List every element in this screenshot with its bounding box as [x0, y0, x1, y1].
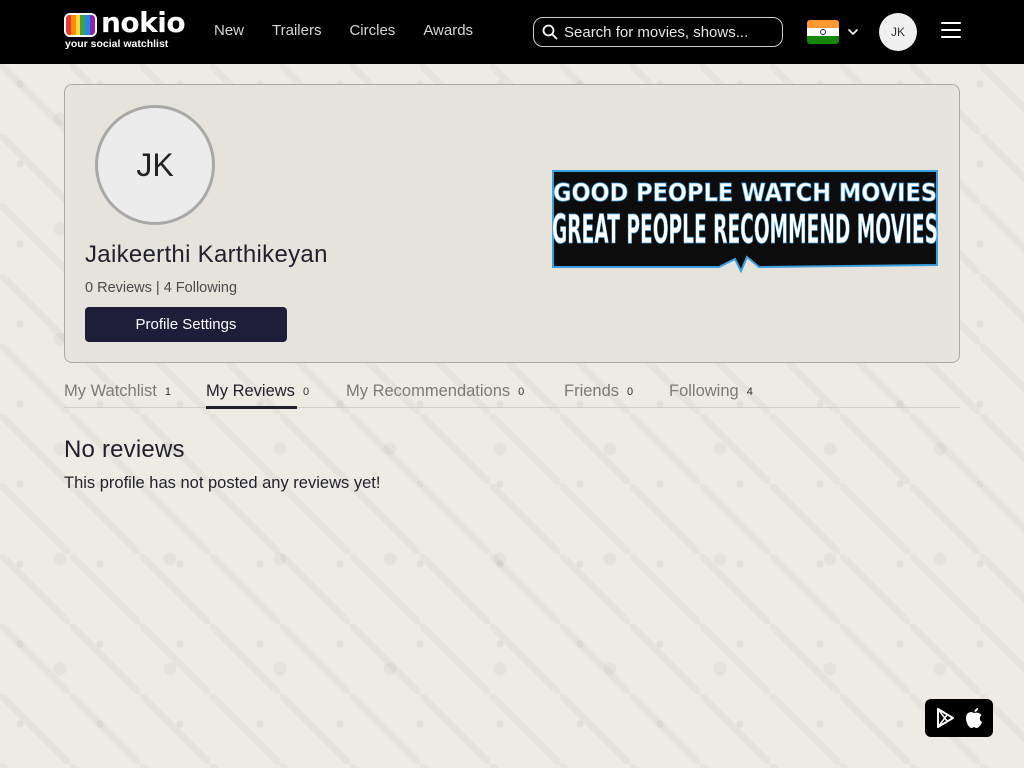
nav-link-circles[interactable]: Circles [349, 22, 395, 39]
profile-settings-button[interactable]: Profile Settings [85, 307, 287, 342]
tab-count: 4 [746, 386, 753, 398]
india-flag-icon[interactable] [807, 20, 839, 44]
search-icon [542, 24, 558, 40]
empty-state-message: This profile has not posted any reviews … [64, 474, 381, 492]
tab-count: 1 [164, 386, 172, 398]
brand-logo[interactable]: nokio your social watchlist [64, 6, 186, 52]
tab-count: 0 [627, 386, 634, 398]
tab-label: Following [669, 382, 739, 400]
tab-my-watchlist[interactable]: My Watchlist 1 [64, 382, 171, 408]
active-tab-indicator [206, 406, 297, 409]
nav-links: New Trailers Circles Awards [214, 22, 501, 39]
google-play-icon[interactable] [934, 707, 956, 729]
user-avatar[interactable]: JK [879, 13, 917, 51]
banner-line2: GREAT PEOPLE RECOMMEND MOVIES [552, 207, 938, 253]
brand-name: nokio [101, 6, 186, 39]
tab-label: My Recommendations [346, 382, 511, 400]
tab-count: 0 [302, 386, 310, 398]
nav-link-new[interactable]: New [214, 22, 244, 39]
search-input[interactable] [564, 21, 776, 43]
tab-count: 0 [518, 386, 525, 398]
app-download-badge[interactable] [925, 699, 993, 737]
tab-label: Friends [564, 382, 620, 400]
nav-link-awards[interactable]: Awards [423, 22, 473, 39]
tab-my-reviews[interactable]: My Reviews 0 [206, 382, 310, 409]
apple-icon[interactable] [964, 707, 984, 729]
tab-following[interactable]: Following 4 [669, 382, 753, 408]
profile-tabs: My Watchlist 1 My Reviews 0 My Recommendat… [64, 382, 960, 409]
menu-icon[interactable] [941, 22, 961, 40]
top-navbar: nokio your social watchlist New Trailers… [0, 0, 1024, 64]
profile-banner: GOOD PEOPLE WATCH MOVIES GREAT PEOPLE RE… [552, 170, 938, 274]
tab-friends[interactable]: Friends 0 [564, 382, 633, 408]
empty-state-title: No reviews [64, 436, 185, 463]
nav-link-trailers[interactable]: Trailers [272, 22, 321, 39]
profile-card: JK Jaikeerthi Karthikeyan 0 Reviews | 4 … [64, 84, 960, 363]
tab-label: My Watchlist [64, 382, 157, 400]
profile-stats: 0 Reviews | 4 Following [85, 280, 238, 296]
tab-label: My Reviews [206, 382, 295, 400]
profile-name: Jaikeerthi Karthikeyan [85, 241, 328, 268]
profile-avatar: JK [95, 105, 215, 225]
tv-logo-icon [64, 13, 97, 37]
search-box[interactable] [533, 17, 783, 47]
brand-tagline: your social watchlist [65, 38, 169, 50]
banner-line1: GOOD PEOPLE WATCH MOVIES [553, 178, 937, 207]
tab-my-recommendations[interactable]: My Recommendations 0 [346, 382, 524, 408]
chevron-down-icon[interactable] [847, 26, 859, 38]
